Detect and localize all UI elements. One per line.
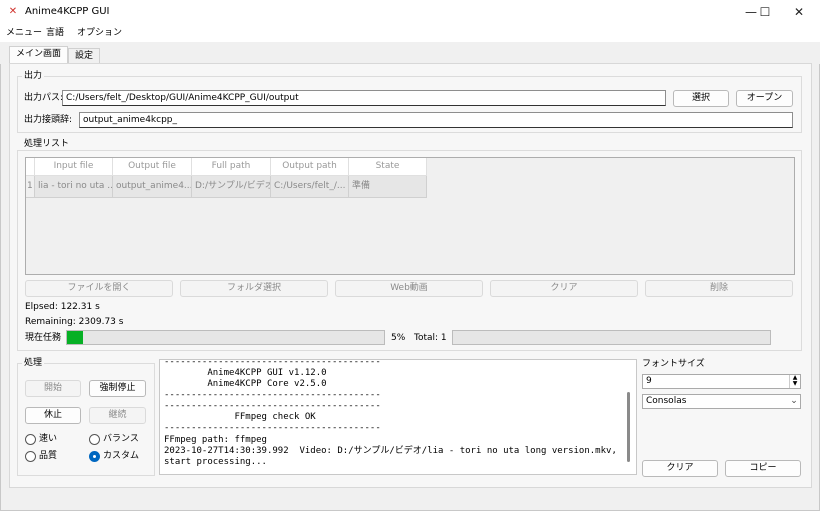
font-family-value: Consolas — [646, 396, 687, 406]
radio-balance-label: バランス — [103, 434, 139, 444]
current-task-progress-fill — [67, 331, 83, 344]
close-button[interactable]: ✕ — [776, 0, 820, 24]
total-count: Total: 1 — [414, 333, 447, 343]
resume-button[interactable]: 継続 — [89, 407, 146, 424]
tab-settings[interactable]: 設定 — [68, 48, 101, 64]
column-header-output-file[interactable]: Output file — [113, 158, 192, 176]
log-line: ---------------------------------------- — [164, 423, 381, 433]
select-button[interactable]: 選択 — [673, 90, 729, 107]
column-header-output-path[interactable]: Output path — [271, 158, 349, 176]
table-cell-state[interactable]: 準備 — [349, 176, 427, 198]
progress-percent: 5% — [391, 333, 406, 343]
processing-group-label: 処理 — [22, 357, 45, 369]
current-task-progress — [66, 330, 385, 345]
output-path-label: 出力パス: — [24, 93, 64, 103]
web-video-button[interactable]: Web動画 — [335, 280, 483, 297]
font-size-label: フォントサイズ — [642, 359, 705, 369]
spin-arrows-icon[interactable]: ▲ ▼ — [789, 375, 800, 388]
copy-log-button[interactable]: コピー — [725, 460, 801, 477]
clear-list-button[interactable]: クリア — [490, 280, 638, 297]
start-button[interactable]: 開始 — [25, 380, 81, 397]
table-cell-output-path[interactable]: C:/Users/felt_/... — [271, 176, 349, 198]
column-header-full-path[interactable]: Full path — [192, 158, 271, 176]
log-console[interactable]: ----------------------------------------… — [159, 359, 637, 475]
output-prefix-label: 出力接頭辞: — [24, 115, 73, 125]
radio-custom-label: カスタム — [103, 451, 140, 461]
title-bar — [0, 0, 820, 24]
row-index: 1 — [26, 176, 35, 198]
console-scrollbar[interactable] — [627, 392, 630, 462]
menu-options[interactable]: オプション — [77, 27, 122, 39]
font-family-select[interactable]: Consolas — [642, 394, 801, 409]
total-progress — [452, 330, 771, 345]
font-size-spinbox[interactable]: 9 — [642, 374, 801, 389]
column-header-state[interactable]: State — [349, 158, 427, 176]
open-button[interactable]: オープン — [736, 90, 793, 107]
clear-log-button[interactable]: クリア — [642, 460, 718, 477]
table-corner — [26, 158, 35, 176]
radio-quality-label: 品質 — [39, 451, 58, 461]
app-logo-icon: ✕ — [8, 6, 18, 17]
output-group-label: 出力 — [22, 70, 45, 82]
table-cell-input-file[interactable]: lia - tori no uta ... — [35, 176, 113, 198]
process-list-label: 処理リスト — [22, 138, 72, 150]
table-cell-output-file[interactable]: output_anime4... — [113, 176, 192, 198]
column-header-input-file[interactable]: Input file — [35, 158, 113, 176]
radio-fast[interactable] — [25, 434, 36, 445]
window-title: Anime4KCPP GUI — [25, 6, 110, 17]
chevron-down-icon: ⌄ — [790, 396, 798, 406]
menu-bar — [0, 24, 820, 42]
select-folder-button[interactable]: フォルダ選択 — [180, 280, 328, 297]
radio-balance[interactable] — [89, 434, 100, 445]
delete-button[interactable]: 削除 — [645, 280, 793, 297]
pause-button[interactable]: 休止 — [25, 407, 81, 424]
radio-fast-label: 速い — [39, 434, 58, 444]
radio-quality[interactable] — [25, 451, 36, 462]
output-path-field[interactable]: C:/Users/felt_/Desktop/GUI/Anime4KCPP_GU… — [62, 90, 666, 106]
table-cell-full-path[interactable]: D:/サンプル/ビデオ... — [192, 176, 271, 198]
menu-main[interactable]: メニュー — [6, 27, 42, 39]
radio-custom[interactable] — [89, 451, 100, 462]
tab-strip — [0, 42, 820, 64]
elapsed-time: Elpsed: 122.31 s — [25, 302, 100, 312]
log-line: start processing... — [164, 457, 267, 467]
current-task-label: 現在任務 — [25, 333, 62, 343]
output-prefix-field[interactable]: output_anime4kcpp_ — [79, 112, 793, 128]
force-stop-button[interactable]: 強制停止 — [89, 380, 146, 397]
font-size-value: 9 — [646, 376, 652, 386]
remaining-time: Remaining: 2309.73 s — [25, 317, 124, 327]
open-file-button[interactable]: ファイルを開く — [25, 280, 173, 297]
menu-language[interactable]: 言語 — [46, 27, 64, 39]
